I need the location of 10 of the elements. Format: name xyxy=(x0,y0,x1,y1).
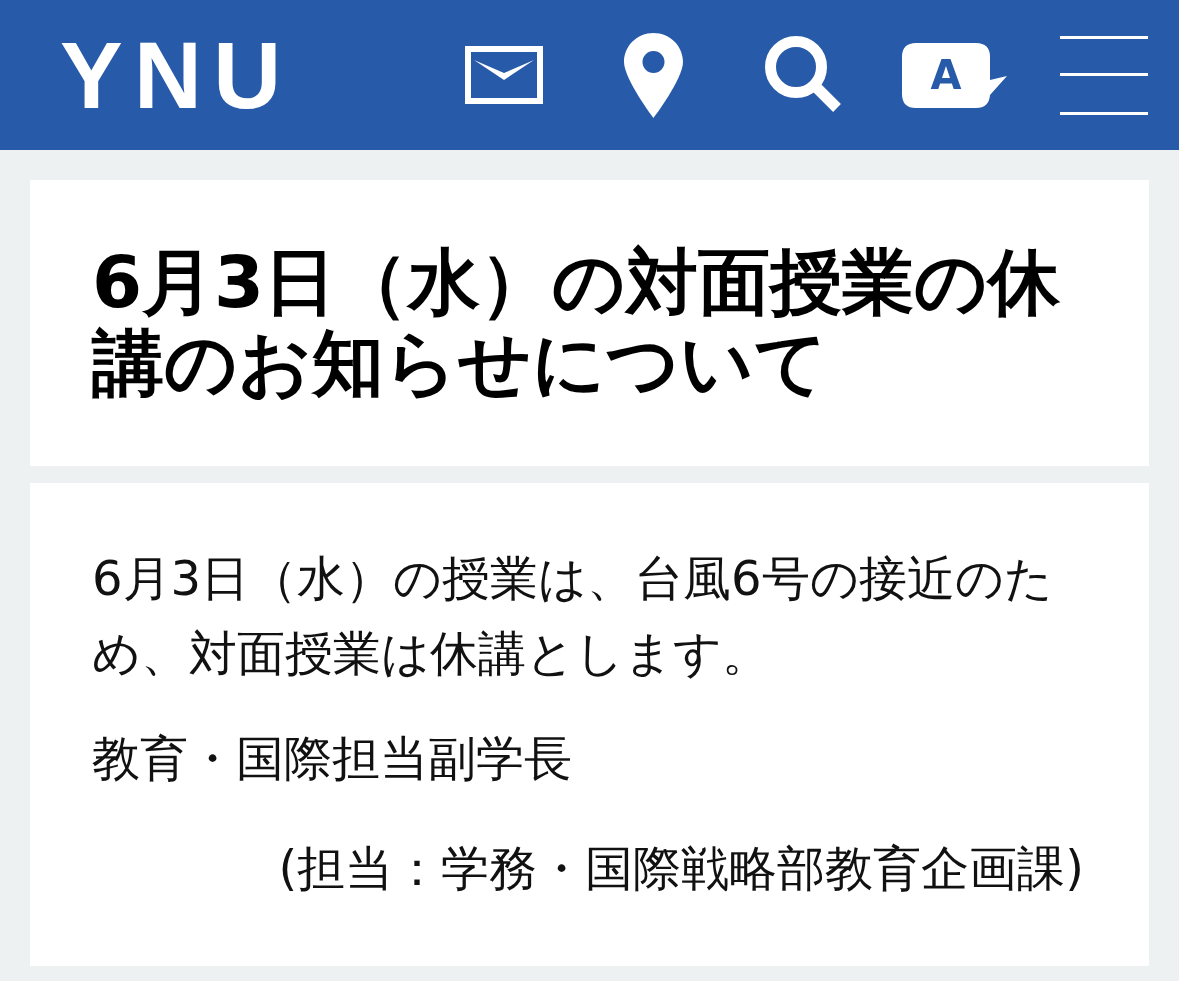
language-button[interactable]: A xyxy=(902,42,1007,108)
search-icon[interactable] xyxy=(765,36,842,114)
logo[interactable]: YNU xyxy=(60,29,293,123)
menu-icon[interactable] xyxy=(1060,35,1148,115)
page-title: 6月3日（水）の対面授業の休講のお知らせについて xyxy=(92,242,1062,404)
mail-icon[interactable] xyxy=(465,46,543,104)
contact-note: (担当：学務・国際戦略部教育企画課) xyxy=(278,839,1084,898)
location-pin-icon[interactable] xyxy=(624,32,683,118)
body-paragraph: 教育・国際担当副学長 xyxy=(92,729,573,788)
body-paragraph: 6月3日（水）の授業は、台風6号の接近のため、対面授業は休講とします。 xyxy=(92,549,1054,683)
